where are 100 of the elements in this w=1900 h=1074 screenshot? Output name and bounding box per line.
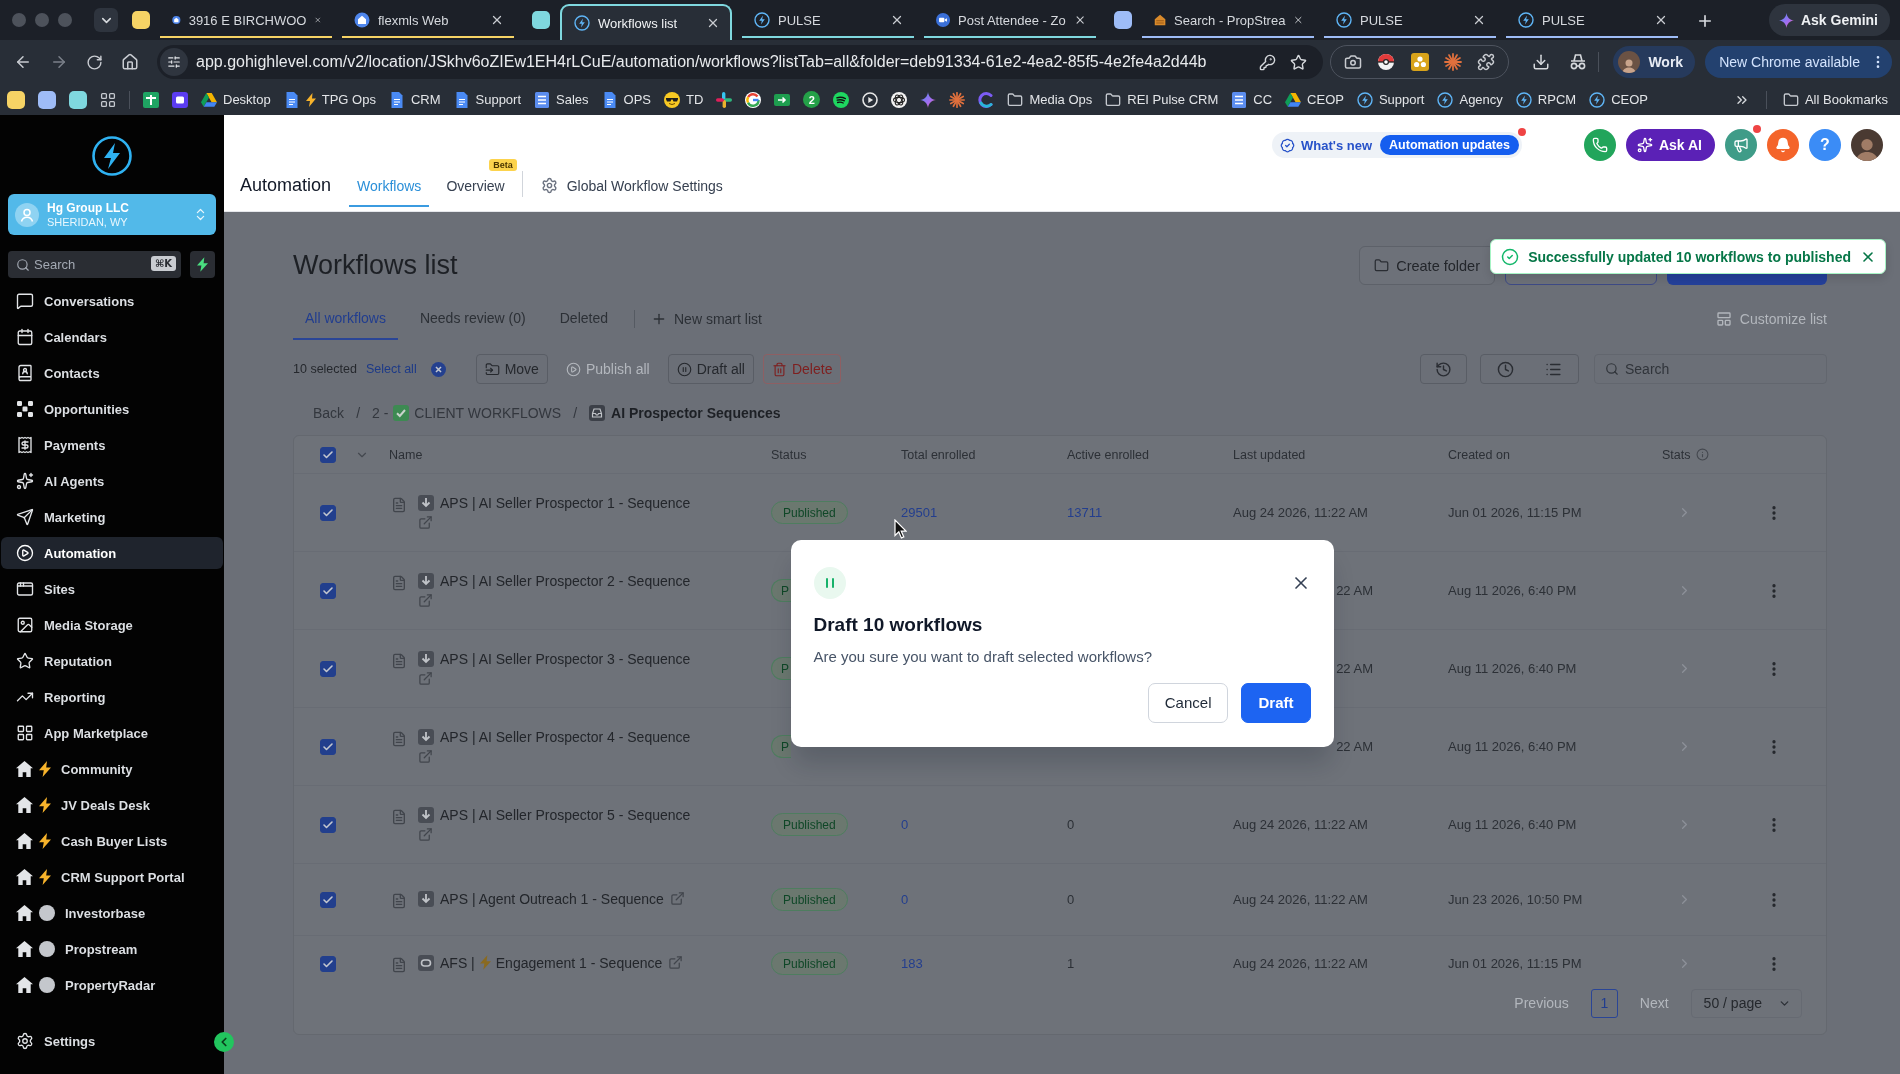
phone-button[interactable] — [1583, 129, 1616, 161]
updates-button[interactable]: Automation updates — [1380, 135, 1519, 155]
nav-item[interactable]: Reputation — [1, 645, 223, 677]
cancel-button[interactable]: Cancel — [1147, 682, 1229, 723]
bookmark[interactable]: TD — [664, 87, 704, 112]
bookmark[interactable]: Agency — [1437, 87, 1503, 112]
quick-action-button[interactable] — [190, 251, 215, 278]
sunburst-icon[interactable] — [949, 91, 966, 108]
bolt-logo-icon[interactable] — [92, 136, 132, 176]
ask-gemini-button[interactable]: Ask Gemini — [1768, 4, 1890, 36]
bookmark[interactable]: TPG Ops — [283, 87, 376, 112]
settings-link[interactable]: Global Workflow Settings — [540, 160, 723, 207]
bookmark[interactable]: Desktop — [201, 87, 271, 112]
update-button[interactable]: New Chrome available — [1705, 46, 1892, 78]
profile-button[interactable]: Work — [1613, 46, 1696, 78]
tile-icon[interactable] — [7, 90, 25, 109]
nav-item[interactable]: Calendars — [1, 321, 223, 353]
history-button[interactable] — [1420, 354, 1467, 384]
nav-item[interactable]: JV Deals Desk — [1, 789, 223, 821]
confirm-button[interactable]: Draft — [1241, 682, 1311, 723]
sparkle-icon[interactable] — [920, 91, 937, 108]
browser-tab[interactable]: PULSE — [1506, 4, 1678, 38]
browser-tab[interactable]: PULSE — [1324, 4, 1496, 38]
close-circle-icon[interactable] — [430, 361, 446, 377]
nav-item[interactable]: PropertyRadar — [1, 969, 223, 1001]
site-info-button[interactable] — [160, 48, 188, 76]
puzzle-icon[interactable] — [1476, 53, 1495, 71]
checkbox[interactable] — [320, 816, 336, 833]
nav-item[interactable]: Investorbase — [1, 897, 223, 929]
nav-item[interactable]: Contacts — [1, 357, 223, 389]
plus-tile-icon[interactable] — [143, 91, 159, 108]
browser-tab[interactable]: Search - PropStrea — [1142, 4, 1314, 38]
reload-icon[interactable] — [86, 53, 103, 71]
nav-item[interactable]: Propstream — [1, 933, 223, 965]
nav-item[interactable]: Community — [1, 753, 223, 785]
browser-tab[interactable]: 3916 E BIRCHWOO — [160, 4, 332, 38]
checkbox[interactable] — [320, 891, 336, 908]
nav-item[interactable]: App Marketplace — [1, 717, 223, 749]
download-icon[interactable] — [1532, 53, 1551, 71]
nav-item[interactable]: Sites — [1, 573, 223, 605]
nav-item[interactable]: Cash Buyer Lists — [1, 825, 223, 857]
whats-new-link[interactable]: What's new — [1301, 137, 1373, 153]
back-icon[interactable] — [14, 53, 32, 71]
close-icon[interactable] — [1472, 13, 1486, 27]
tab-group-chip[interactable] — [1114, 11, 1132, 29]
tab-search-button[interactable] — [94, 8, 118, 32]
forward-icon[interactable] — [50, 53, 68, 71]
ball-icon[interactable] — [1377, 53, 1396, 71]
bookmark[interactable]: CEOP — [1285, 87, 1344, 112]
checkbox[interactable] — [320, 738, 336, 755]
bookmark[interactable]: OPS — [601, 87, 652, 112]
notifications-button[interactable] — [1767, 129, 1799, 161]
tile-icon[interactable] — [38, 90, 56, 109]
browser-tab[interactable]: flexmls Web — [342, 4, 514, 38]
bookmark[interactable]: Sales — [534, 87, 589, 112]
checkbox[interactable] — [320, 660, 336, 677]
avatar-icon[interactable] — [1851, 129, 1883, 161]
ring-icon[interactable] — [745, 91, 762, 108]
browser-tab[interactable]: Post Attendee - Zo — [924, 4, 1096, 38]
app-tile-icon[interactable] — [172, 91, 188, 108]
bookmark[interactable]: REI Pulse CRM — [1105, 87, 1219, 112]
bookmark[interactable]: CEOP — [1589, 87, 1648, 112]
tab-group-chip[interactable] — [532, 11, 550, 29]
nav-tab[interactable]: Overview — [438, 172, 517, 207]
camera-icon[interactable] — [1344, 53, 1363, 71]
ask-ai-button[interactable]: Ask AI — [1625, 129, 1715, 161]
nav-item[interactable]: Payments — [1, 429, 223, 461]
key-icon[interactable] — [1258, 53, 1276, 71]
crescent-icon[interactable] — [978, 91, 995, 108]
nav-item[interactable]: Opportunities — [1, 393, 223, 425]
checkbox[interactable] — [320, 504, 336, 521]
plus-icon[interactable] — [1696, 12, 1714, 30]
checkbox[interactable] — [320, 955, 336, 972]
search-field[interactable]: Search — [1594, 354, 1827, 384]
collapse-button[interactable] — [214, 1032, 234, 1052]
close-icon[interactable] — [1654, 13, 1668, 27]
circles-tile-icon[interactable] — [1410, 53, 1429, 71]
grid-icon[interactable] — [100, 91, 116, 108]
browser-tab[interactable]: PULSE — [742, 4, 914, 38]
nav-item[interactable]: Reporting — [1, 681, 223, 713]
checkbox[interactable] — [320, 582, 336, 599]
clock-icon[interactable] — [1496, 360, 1514, 378]
bookmark[interactable]: Media Ops — [1007, 87, 1093, 112]
bookmark[interactable]: CRM — [388, 87, 441, 112]
sunburst-icon[interactable] — [1443, 53, 1462, 71]
bookmark[interactable]: CC — [1231, 87, 1273, 112]
nav-item[interactable]: Marketing — [1, 501, 223, 533]
bookmark[interactable]: Support — [1356, 87, 1425, 112]
home-icon[interactable] — [121, 53, 139, 71]
checkbox[interactable] — [320, 446, 336, 463]
tab-group-chip[interactable] — [132, 11, 150, 29]
nav-item[interactable]: CRM Support Portal — [1, 861, 223, 893]
close-icon[interactable] — [890, 13, 904, 27]
nav-item[interactable]: Conversations — [1, 285, 223, 317]
browser-tab[interactable]: Workflows list — [560, 4, 732, 40]
bookmark[interactable]: Support — [453, 87, 522, 112]
nav-item[interactable]: Settings — [1, 1025, 208, 1057]
nav-tab[interactable]: Workflows — [349, 172, 430, 207]
close-icon[interactable] — [706, 16, 720, 30]
knot-icon[interactable] — [891, 91, 908, 108]
